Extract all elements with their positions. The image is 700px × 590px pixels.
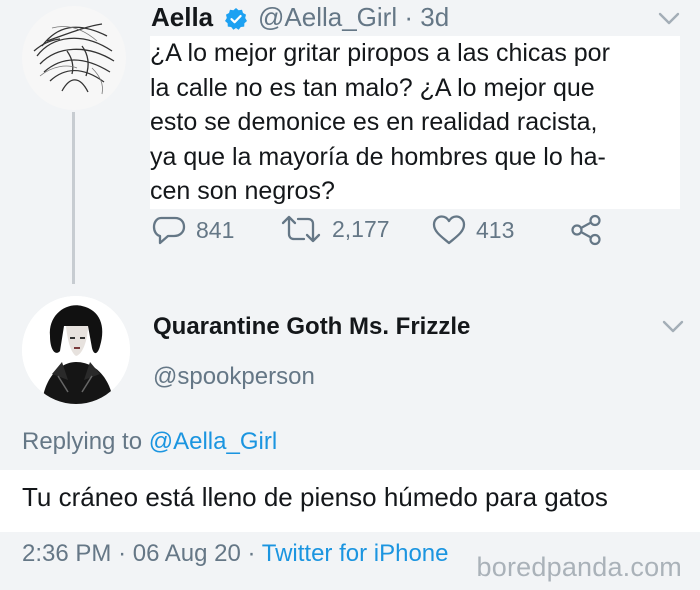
chevron-down-icon[interactable]	[662, 320, 684, 334]
goth-portrait-avatar-image	[22, 296, 130, 404]
retweet-count: 2,177	[332, 215, 390, 242]
watermark: boredpanda.com	[476, 552, 682, 582]
like-count: 413	[476, 216, 515, 243]
share-icon	[571, 214, 601, 246]
like-icon	[432, 215, 466, 245]
separator-dot: ·	[247, 540, 256, 567]
reply-date[interactable]: 06 Aug 20	[133, 540, 241, 567]
retweet-icon	[281, 215, 321, 243]
sketch-avatar-image	[33, 23, 115, 95]
tweet-handle[interactable]: @Aella_Girl	[258, 2, 397, 32]
replying-to-link[interactable]: @Aella_Girl	[149, 428, 277, 455]
avatar-spookperson[interactable]	[22, 296, 130, 404]
share-action[interactable]	[570, 214, 602, 246]
reply-author-name[interactable]: Quarantine Goth Ms. Frizzle	[153, 313, 470, 341]
like-action[interactable]: 413	[432, 214, 514, 246]
verified-badge-icon	[225, 8, 247, 30]
replying-to-line: Replying to @Aella_Girl	[22, 428, 277, 456]
reply-text: Tu cráneo está lleno de pienso húmedo pa…	[22, 482, 608, 512]
retweet-action[interactable]: 2,177	[280, 214, 390, 244]
tweet-age[interactable]: 3d	[420, 2, 449, 32]
tweet-author-name[interactable]: Aella	[151, 2, 213, 33]
avatar-aella[interactable]	[22, 6, 126, 110]
replying-to-prefix: Replying to	[22, 428, 143, 455]
reply-icon	[152, 216, 186, 245]
separator-dot: ·	[118, 540, 127, 567]
reply-text-box: Tu cráneo está lleno de pienso húmedo pa…	[0, 470, 700, 532]
reply-time[interactable]: 2:36 PM	[22, 540, 111, 567]
thread-connector-line	[72, 112, 75, 284]
tweet-text: ¿A lo mejor gritar piropos a las chicas …	[150, 36, 680, 209]
reply-handle[interactable]: @spookperson	[153, 363, 315, 391]
separator-dot: ·	[404, 2, 414, 32]
reply-action[interactable]: 841	[152, 214, 234, 246]
reply-meta: 2:36 PM · 06 Aug 20 · Twitter for iPhone	[22, 540, 449, 568]
reply-count: 841	[196, 216, 235, 243]
chevron-down-icon[interactable]	[658, 12, 680, 26]
tweet-handle-and-age[interactable]: @Aella_Girl · 3d	[258, 2, 449, 33]
reply-source-link[interactable]: Twitter for iPhone	[262, 540, 449, 567]
